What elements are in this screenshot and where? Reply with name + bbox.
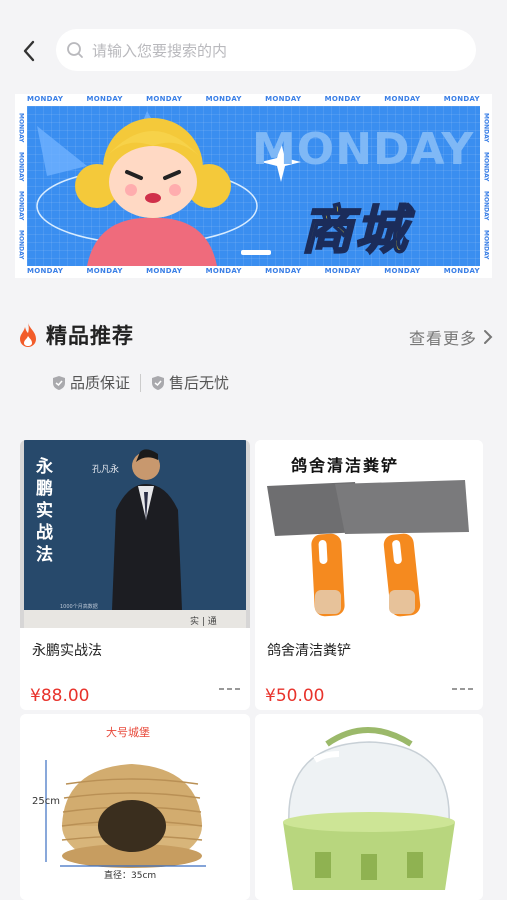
banner-headline: MONDAY [252,124,475,175]
dim-diameter: 直径：35cm [104,871,157,881]
top-bar: 请输入您要搜索的内 [0,0,507,95]
badge-divider [140,373,142,392]
product-price: ¥88.00 [30,686,90,706]
search-placeholder: 请输入您要搜索的内 [92,41,228,60]
banner-strip-left: MONDAY MONDAY MONDAY MONDAY [17,112,25,260]
section-title: 精品推荐 [46,324,134,348]
search-icon [67,42,83,58]
dim-height: 25cm [32,796,60,807]
search-input[interactable]: 请输入您要搜索的内 [56,29,476,71]
more-options-icon[interactable] [452,688,473,690]
section-header: 精品推荐 [18,320,134,350]
promo-banner[interactable]: MONDAY MONDAY MONDAY MONDAY MONDAY MONDAY MOND… [15,94,492,278]
product-card[interactable] [255,714,483,900]
banner-background: MONDAY 商城 [27,106,480,266]
product-name: 鸽舍清洁粪铲 [267,643,351,659]
banner-title: 商城 [300,200,410,262]
flame-icon [20,323,36,347]
product-name: 永鹏实战法 [32,643,102,659]
shield-icon [152,375,165,390]
svg-text:1000个月高数据: 1000个月高数据 [60,603,98,610]
cover-title: 永鹏实战法 [36,457,53,565]
service-badges: 品质保证 售后无忧 [52,372,229,393]
banner-strip-bottom: MONDAY MONDAY MONDAY MONDAY MONDAY MONDAY MOND… [27,267,480,275]
cover-author: 孔凡永 [92,465,120,475]
product-card[interactable]: 大号城堡 25cm 直径：35cm [20,714,250,900]
see-more-link[interactable]: 查看更多 [409,325,493,349]
cover-title: 鸽舍清洁粪铲 [291,456,400,475]
chevron-left-icon [23,40,35,62]
product-card[interactable]: 鸽舍清洁粪铲 鸽舍清洁粪铲 ¥50.00 [255,440,483,710]
shield-icon [53,375,65,390]
more-options-icon[interactable] [219,688,240,690]
cover-title: 大号城堡 [106,726,150,739]
see-more-label: 查看更多 [408,329,477,348]
banner-strip-right: MONDAY MONDAY MONDAY MONDAY [482,112,490,260]
badge-aftersales: 售后无忧 [151,372,229,393]
back-button[interactable] [14,36,44,66]
product-price: ¥50.00 [265,686,325,706]
chevron-right-icon [484,330,493,344]
cover-bottom: 实 | 通 [190,617,217,627]
product-card[interactable]: 1000个月高数据 永鹏实战法 孔凡永 实 | 通 永鹏实战法 ¥88.00 [20,440,250,710]
badge-quality: 品质保证 [52,372,130,393]
product-image [255,714,483,900]
